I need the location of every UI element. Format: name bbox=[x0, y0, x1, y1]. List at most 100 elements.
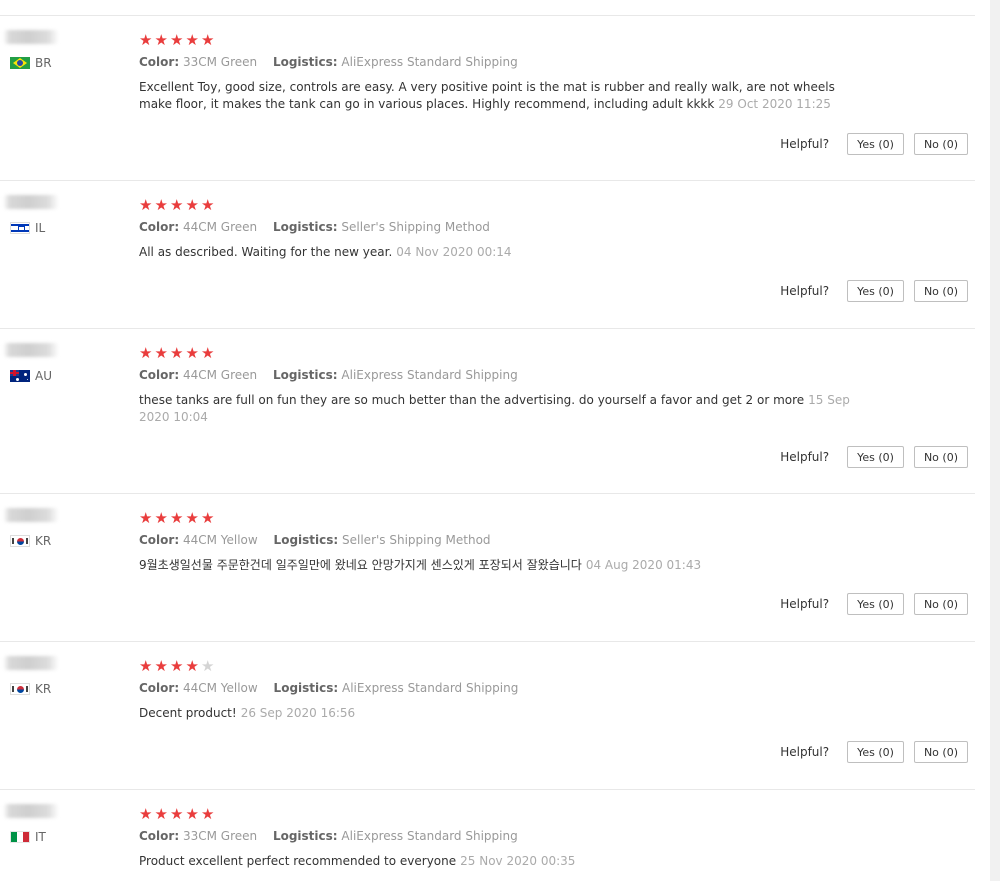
review-meta: Color: 33CM Green Logistics: AliExpress … bbox=[139, 54, 518, 70]
reviewer-country: KR bbox=[10, 534, 51, 548]
logistics-value: AliExpress Standard Shipping bbox=[341, 829, 518, 843]
color-label: Color: bbox=[139, 533, 180, 547]
star-filled-icon: ★ bbox=[154, 31, 168, 49]
reviewer-name-blurred bbox=[3, 804, 59, 818]
helpful-yes-button[interactable]: Yes (0) bbox=[847, 133, 904, 155]
scrollbar[interactable] bbox=[990, 0, 1000, 881]
color-label: Color: bbox=[139, 55, 180, 69]
reviewer-country: IL bbox=[10, 221, 45, 235]
reviewer-country: AU bbox=[10, 369, 52, 383]
logistics-value: Seller's Shipping Method bbox=[341, 220, 490, 234]
country-code: AU bbox=[35, 369, 52, 383]
helpful-yes-button[interactable]: Yes (0) bbox=[847, 593, 904, 615]
country-code: KR bbox=[35, 682, 52, 696]
review-meta: Color: 44CM Yellow Logistics: AliExpress… bbox=[139, 680, 518, 696]
star-filled-icon: ★ bbox=[185, 805, 199, 823]
review-text: Product excellent perfect recommended to… bbox=[139, 853, 869, 870]
helpful-no-button[interactable]: No (0) bbox=[913, 280, 968, 302]
reviewer-name-blurred bbox=[3, 656, 59, 670]
star-filled-icon: ★ bbox=[170, 196, 184, 214]
star-filled-icon: ★ bbox=[154, 509, 168, 527]
star-filled-icon: ★ bbox=[185, 196, 199, 214]
flag-icon bbox=[10, 535, 30, 547]
star-filled-icon: ★ bbox=[139, 344, 153, 362]
logistics-label: Logistics: bbox=[273, 681, 339, 695]
review-item: AU ★ ★ ★ ★ ★ Color: 44CM Green Logistics: Al… bbox=[0, 329, 975, 494]
country-code: IT bbox=[35, 830, 46, 844]
color-value: 44CM Green bbox=[182, 368, 258, 382]
reviewer-name-blurred bbox=[3, 343, 59, 357]
color-label: Color: bbox=[139, 829, 180, 843]
review-body: 9월초생일선물 주문한건데 일주일만에 왔네요 안망가지게 센스있게 포장되서 … bbox=[139, 558, 582, 572]
reviewer-country: IT bbox=[10, 830, 46, 844]
review-date: 26 Sep 2020 16:56 bbox=[240, 706, 356, 720]
star-filled-icon: ★ bbox=[201, 31, 215, 49]
flag-icon bbox=[10, 683, 30, 695]
reviewer-country: BR bbox=[10, 56, 52, 70]
star-rating: ★ ★ ★ ★ ★ bbox=[139, 806, 217, 822]
color-label: Color: bbox=[139, 681, 180, 695]
review-body: Decent product! bbox=[139, 706, 237, 720]
logistics-value: AliExpress Standard Shipping bbox=[342, 681, 519, 695]
logistics-label: Logistics: bbox=[272, 829, 338, 843]
color-label: Color: bbox=[139, 220, 180, 234]
review-item: IT ★ ★ ★ ★ ★ Color: 33CM Green Logistics: Al… bbox=[0, 790, 975, 881]
star-filled-icon: ★ bbox=[185, 31, 199, 49]
star-rating: ★ ★ ★ ★ ★ bbox=[139, 658, 217, 674]
star-filled-icon: ★ bbox=[154, 344, 168, 362]
country-code: BR bbox=[35, 56, 52, 70]
helpful-controls: Helpful? Yes (0) No (0) bbox=[780, 280, 968, 302]
star-filled-icon: ★ bbox=[185, 344, 199, 362]
star-filled-icon: ★ bbox=[139, 657, 153, 675]
helpful-no-button[interactable]: No (0) bbox=[913, 133, 968, 155]
color-value: 44CM Yellow bbox=[182, 533, 258, 547]
helpful-controls: Helpful? Yes (0) No (0) bbox=[780, 741, 968, 763]
review-item: KR ★ ★ ★ ★ ★ Color: 44CM Yellow Logistics: A… bbox=[0, 642, 975, 790]
star-filled-icon: ★ bbox=[201, 344, 215, 362]
color-value: 44CM Green bbox=[182, 220, 258, 234]
helpful-no-button[interactable]: No (0) bbox=[913, 741, 968, 763]
star-filled-icon: ★ bbox=[201, 509, 215, 527]
star-filled-icon: ★ bbox=[139, 805, 153, 823]
reviewer-name-blurred bbox=[3, 30, 59, 44]
review-date: 04 Aug 2020 01:43 bbox=[585, 558, 702, 572]
review-text: All as described. Waiting for the new ye… bbox=[139, 244, 869, 261]
star-filled-icon: ★ bbox=[154, 805, 168, 823]
review-meta: Color: 44CM Yellow Logistics: Seller's S… bbox=[139, 532, 491, 548]
review-meta: Color: 33CM Green Logistics: AliExpress … bbox=[139, 828, 518, 844]
star-filled-icon: ★ bbox=[201, 805, 215, 823]
helpful-yes-button[interactable]: Yes (0) bbox=[847, 741, 904, 763]
helpful-no-button[interactable]: No (0) bbox=[913, 593, 968, 615]
logistics-label: Logistics: bbox=[272, 368, 338, 382]
logistics-label: Logistics: bbox=[272, 55, 338, 69]
helpful-controls: Helpful? Yes (0) No (0) bbox=[780, 446, 968, 468]
review-text: 9월초생일선물 주문한건데 일주일만에 왔네요 안망가지게 센스있게 포장되서 … bbox=[139, 557, 869, 574]
helpful-label: Helpful? bbox=[780, 597, 830, 611]
star-filled-icon: ★ bbox=[154, 657, 168, 675]
review-item: BR ★ ★ ★ ★ ★ Color: 33CM Green Logistics: Al… bbox=[0, 16, 975, 181]
logistics-label: Logistics: bbox=[273, 533, 339, 547]
star-filled-icon: ★ bbox=[154, 196, 168, 214]
review-date: 29 Oct 2020 11:25 bbox=[718, 97, 831, 111]
star-filled-icon: ★ bbox=[170, 657, 184, 675]
star-rating: ★ ★ ★ ★ ★ bbox=[139, 197, 217, 213]
star-filled-icon: ★ bbox=[201, 196, 215, 214]
star-rating: ★ ★ ★ ★ ★ bbox=[139, 510, 217, 526]
helpful-yes-button[interactable]: Yes (0) bbox=[847, 280, 904, 302]
review-date: 25 Nov 2020 00:35 bbox=[460, 854, 576, 868]
reviewer-name-blurred bbox=[3, 508, 59, 522]
helpful-label: Helpful? bbox=[780, 284, 830, 298]
review-page: BR ★ ★ ★ ★ ★ Color: 33CM Green Logistics: Al… bbox=[0, 0, 1000, 881]
color-value: 33CM Green bbox=[182, 829, 258, 843]
review-text: Decent product! 26 Sep 2020 16:56 bbox=[139, 705, 869, 722]
review-body: All as described. Waiting for the new ye… bbox=[139, 245, 393, 259]
helpful-no-button[interactable]: No (0) bbox=[913, 446, 968, 468]
color-value: 44CM Yellow bbox=[182, 681, 258, 695]
helpful-yes-button[interactable]: Yes (0) bbox=[847, 446, 904, 468]
country-code: IL bbox=[35, 221, 46, 235]
review-body: Product excellent perfect recommended to… bbox=[139, 854, 457, 868]
star-filled-icon: ★ bbox=[185, 509, 199, 527]
star-filled-icon: ★ bbox=[170, 31, 184, 49]
review-date: 04 Nov 2020 00:14 bbox=[396, 245, 512, 259]
review-item: KR ★ ★ ★ ★ ★ Color: 44CM Yellow Logistics: S… bbox=[0, 494, 975, 642]
